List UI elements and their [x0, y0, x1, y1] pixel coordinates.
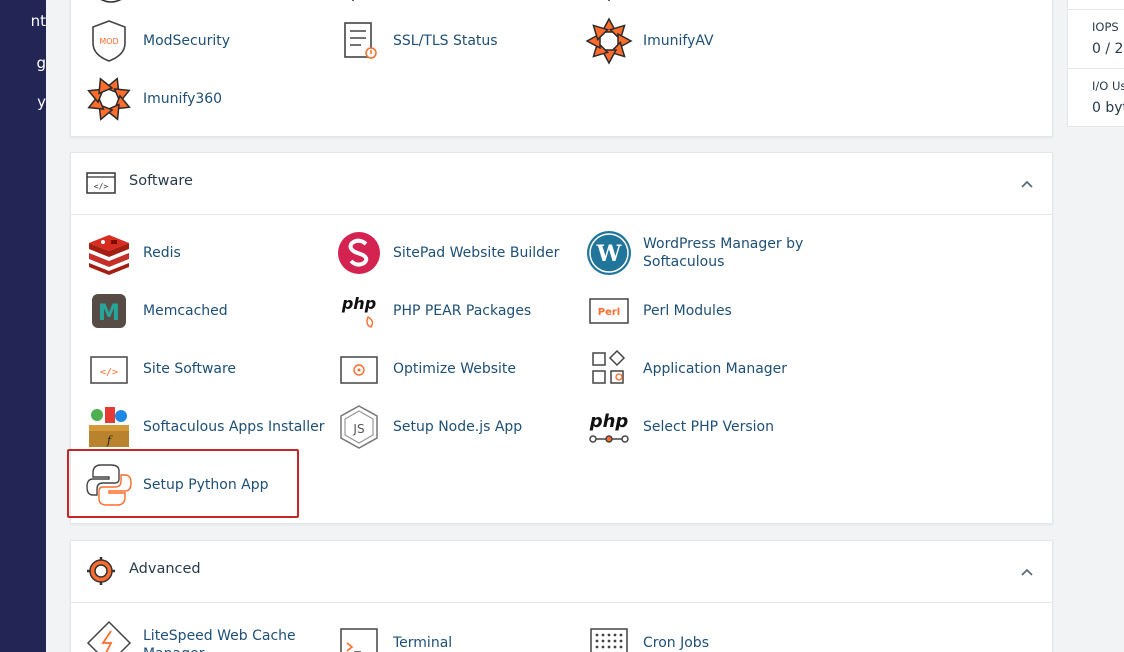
software-panel-header[interactable]: </> Software	[71, 153, 1052, 215]
imunify360-icon	[87, 77, 131, 121]
security-item-imunify360[interactable]: Imunify360	[85, 73, 315, 125]
advanced-gear-icon	[87, 557, 115, 585]
software-item-app-manager[interactable]: Application Manager	[585, 343, 815, 395]
sitepad-icon	[338, 232, 380, 274]
io-usage-label: I/O Us	[1092, 79, 1124, 93]
software-item-php-version[interactable]: php Select PHP Version	[585, 401, 815, 453]
redis-icon	[89, 235, 129, 275]
partial-icon	[352, 0, 354, 1]
sidebar-item-label[interactable]: nt	[31, 12, 46, 30]
security-item-modsecurity[interactable]: MOD ModSecurity	[85, 15, 315, 67]
php-version-icon: php	[589, 411, 629, 443]
ssl-status-icon	[344, 22, 377, 59]
memcached-icon: M	[92, 294, 126, 328]
item-label: SSL/TLS Status	[393, 33, 498, 49]
advanced-item-cron[interactable]: Cron Jobs	[585, 617, 815, 652]
item-label: WordPress Manager by Softaculous	[643, 236, 804, 270]
sidebar-item-label[interactable]: y	[37, 93, 46, 111]
item-label: SitePad Website Builder	[393, 245, 560, 261]
item-label: Softaculous Apps Installer	[143, 419, 325, 435]
terminal-icon	[340, 628, 378, 652]
advanced-item-litespeed[interactable]: LiteSpeed Web Cache Manager	[85, 617, 325, 652]
svg-text:</>: </>	[100, 367, 118, 378]
software-item-perl[interactable]: Perl Perl Modules	[585, 285, 815, 337]
security-item-imunifyav[interactable]: ImunifyAV	[585, 15, 815, 67]
software-item-optimize[interactable]: Optimize Website	[335, 343, 565, 395]
item-label: Site Software	[143, 361, 237, 377]
item-label: Imunify360	[143, 91, 223, 107]
panel-title: Software	[129, 173, 193, 189]
litespeed-icon	[86, 620, 132, 652]
security-panel: MOD ModSecurity SSL/TLS Status ImunifyAV	[70, 0, 1053, 137]
software-item-nodejs[interactable]: JS Setup Node.js App	[335, 401, 565, 453]
item-label: PHP PEAR Packages	[393, 303, 532, 319]
sidebar-item-label[interactable]: g	[36, 54, 46, 72]
partial-icon	[608, 0, 610, 1]
modsecurity-icon: MOD	[92, 20, 126, 62]
chevron-up-icon[interactable]	[1016, 561, 1038, 583]
software-item-wordpress[interactable]: W WordPress Manager by Softaculous	[585, 227, 825, 279]
optimize-icon	[340, 356, 378, 384]
software-item-sitepad[interactable]: SitePad Website Builder	[335, 227, 565, 279]
software-item-memcached[interactable]: M Memcached	[85, 285, 315, 337]
panel-title: Advanced	[129, 561, 201, 577]
iops-value: 0 / 2,	[1092, 41, 1124, 57]
cron-icon	[590, 628, 628, 652]
stats-panel: IOPS 0 / 2, I/O Us 0 byt	[1067, 0, 1124, 127]
svg-text:</>: </>	[94, 182, 109, 191]
software-item-php-pear[interactable]: php PHP PEAR Packages	[335, 285, 565, 337]
nodejs-icon: JS	[340, 405, 378, 449]
io-usage-value: 0 byt	[1092, 100, 1124, 116]
app-manager-icon	[592, 349, 626, 384]
item-label: Cron Jobs	[643, 635, 709, 651]
svg-text:MOD: MOD	[99, 37, 118, 46]
software-item-site-software[interactable]: </> Site Software	[85, 343, 315, 395]
item-label: Select PHP Version	[643, 419, 774, 435]
php-pear-icon: php	[341, 294, 376, 328]
item-label: Optimize Website	[393, 361, 517, 377]
site-software-icon: </>	[90, 356, 128, 384]
item-label: Memcached	[143, 303, 228, 319]
advanced-item-terminal[interactable]: Terminal	[335, 617, 565, 652]
sidebar: nt g y	[0, 0, 46, 652]
divider	[1068, 9, 1124, 10]
item-label: LiteSpeed Web Cache Manager	[143, 628, 296, 652]
item-label: Redis	[143, 245, 181, 261]
divider	[1068, 68, 1124, 69]
advanced-panel-header[interactable]: Advanced	[71, 541, 1052, 603]
svg-text:JS: JS	[352, 422, 364, 436]
chevron-up-icon[interactable]	[1016, 173, 1038, 195]
python-icon	[86, 464, 132, 506]
security-item-ssl-status[interactable]: SSL/TLS Status	[335, 15, 565, 67]
svg-text:W: W	[596, 241, 622, 267]
item-label: ModSecurity	[143, 33, 231, 49]
item-label: Setup Python App	[143, 477, 269, 493]
svg-text:php: php	[589, 411, 629, 432]
softaculous-icon: f	[89, 407, 129, 447]
software-icon: </>	[86, 172, 116, 194]
perl-icon: Perl	[589, 298, 629, 324]
svg-text:Perl: Perl	[598, 307, 620, 318]
software-item-redis[interactable]: Redis	[85, 227, 315, 279]
imunifyav-icon	[585, 17, 633, 65]
software-panel: </> Software Redis SitePad Website Build…	[70, 152, 1053, 524]
item-label: Setup Node.js App	[393, 419, 523, 435]
item-label: Perl Modules	[643, 303, 732, 319]
advanced-panel: Advanced LiteSpeed Web Cache Manager Ter…	[70, 540, 1053, 652]
wordpress-icon: W	[587, 231, 631, 275]
iops-label: IOPS	[1092, 20, 1119, 34]
svg-text:php: php	[341, 294, 376, 313]
partial-icon	[100, 0, 122, 3]
software-item-softaculous[interactable]: f Softaculous Apps Installer	[85, 401, 325, 453]
item-label: ImunifyAV	[643, 33, 714, 49]
software-item-python[interactable]: Setup Python App	[85, 459, 295, 511]
item-label: Application Manager	[643, 361, 788, 377]
item-label: Terminal	[393, 635, 453, 651]
svg-text:M: M	[98, 301, 120, 326]
